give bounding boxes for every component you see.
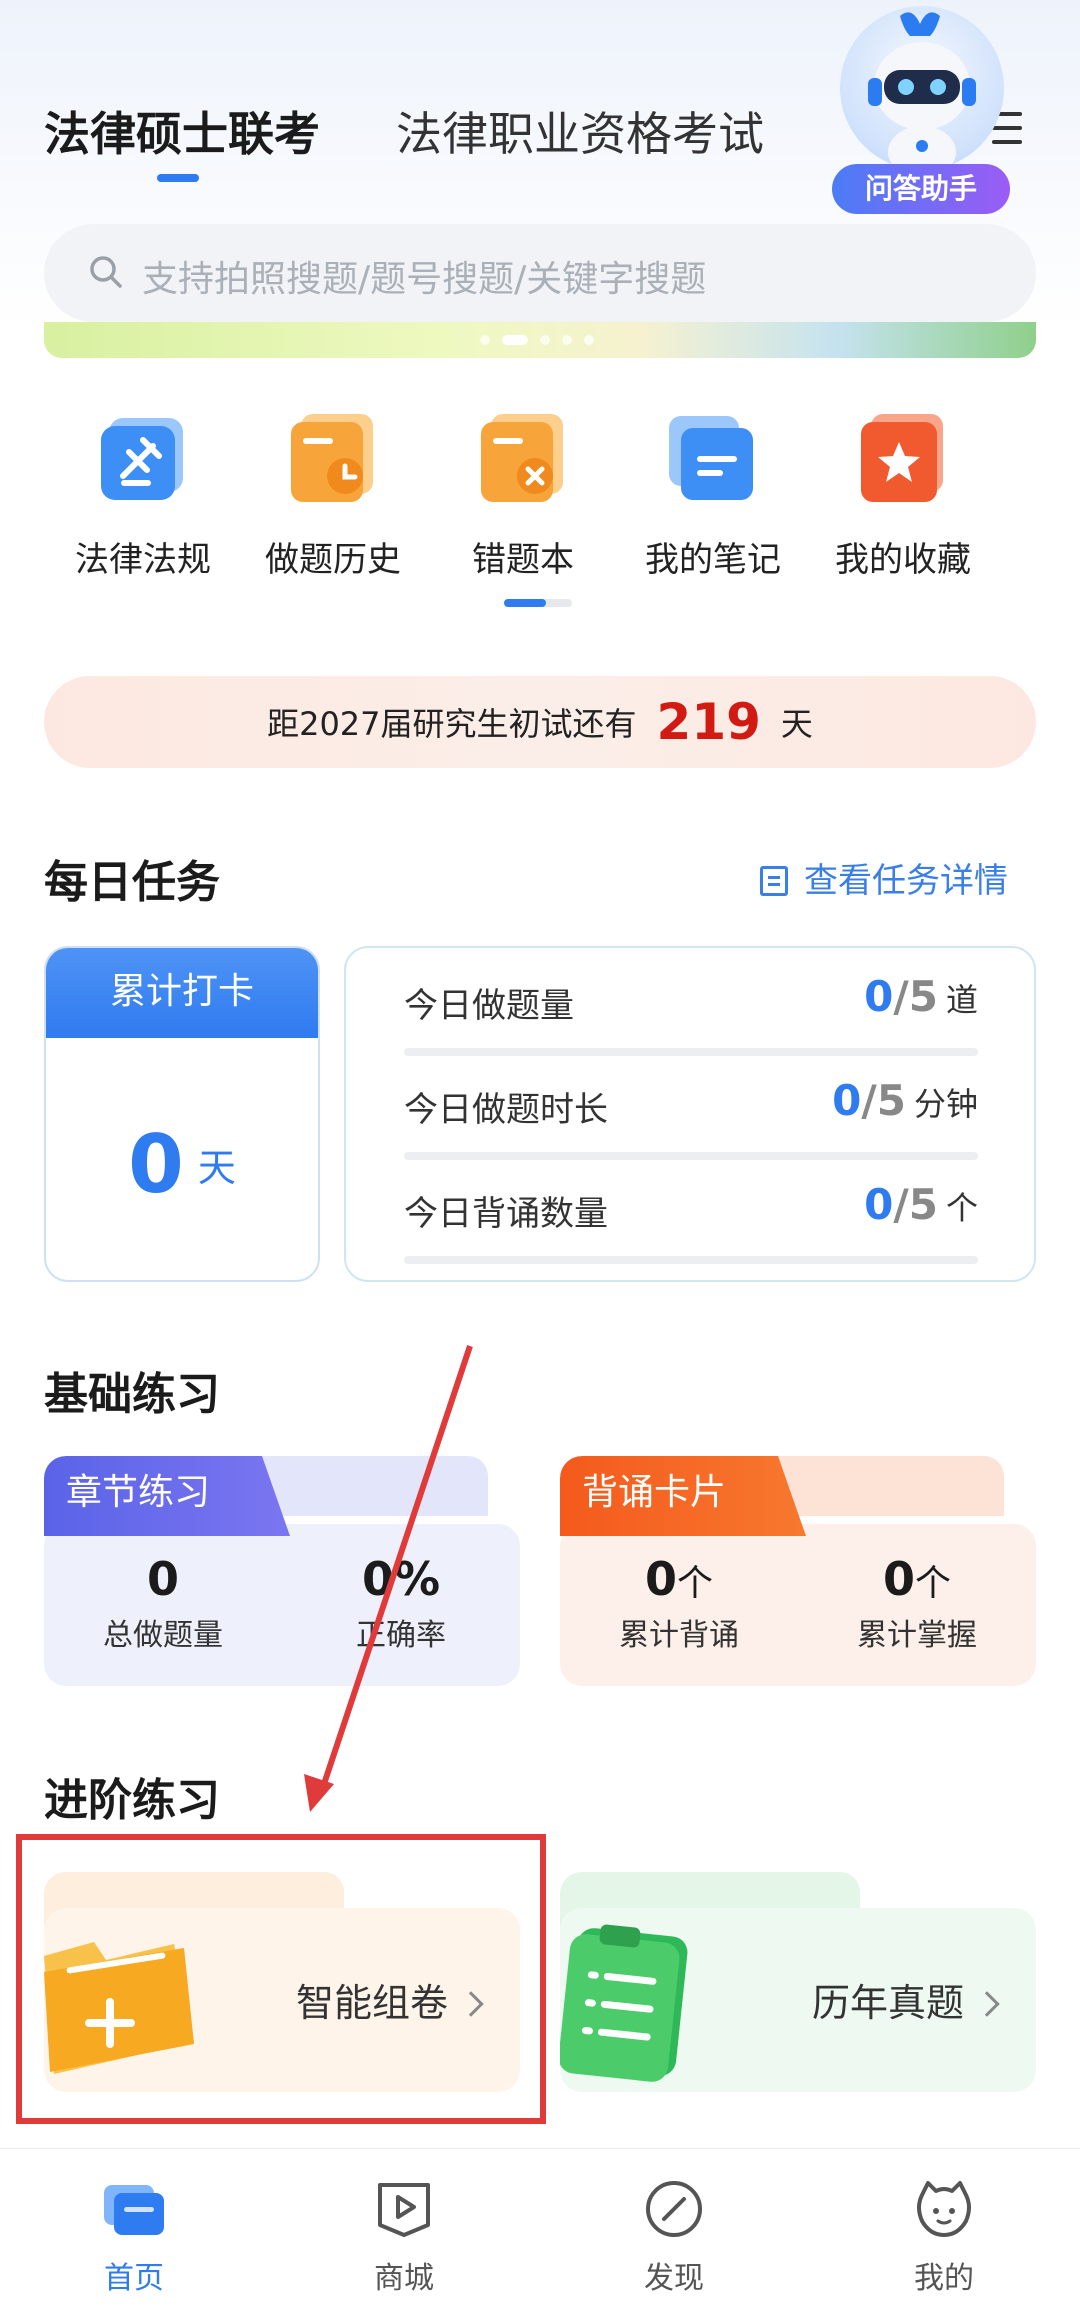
home-icon	[102, 2177, 166, 2241]
nav-me-label: 我的	[914, 2261, 974, 2296]
annotation-highlight-box	[16, 1834, 546, 2124]
nav-me[interactable]: 我的	[844, 2149, 1044, 2297]
nav-discover[interactable]: 发现	[574, 2149, 774, 2297]
profile-mascot-icon	[912, 2177, 976, 2241]
compass-icon	[642, 2177, 706, 2241]
bottom-navigation: 首页 商城 发现 我的	[0, 2148, 1080, 2308]
nav-mall-label: 商城	[374, 2261, 434, 2296]
nav-home[interactable]: 首页	[34, 2149, 234, 2297]
nav-home-label: 首页	[104, 2261, 164, 2296]
nav-mall[interactable]: 商城	[304, 2149, 504, 2297]
video-play-icon	[372, 2177, 436, 2241]
nav-discover-label: 发现	[644, 2261, 704, 2296]
